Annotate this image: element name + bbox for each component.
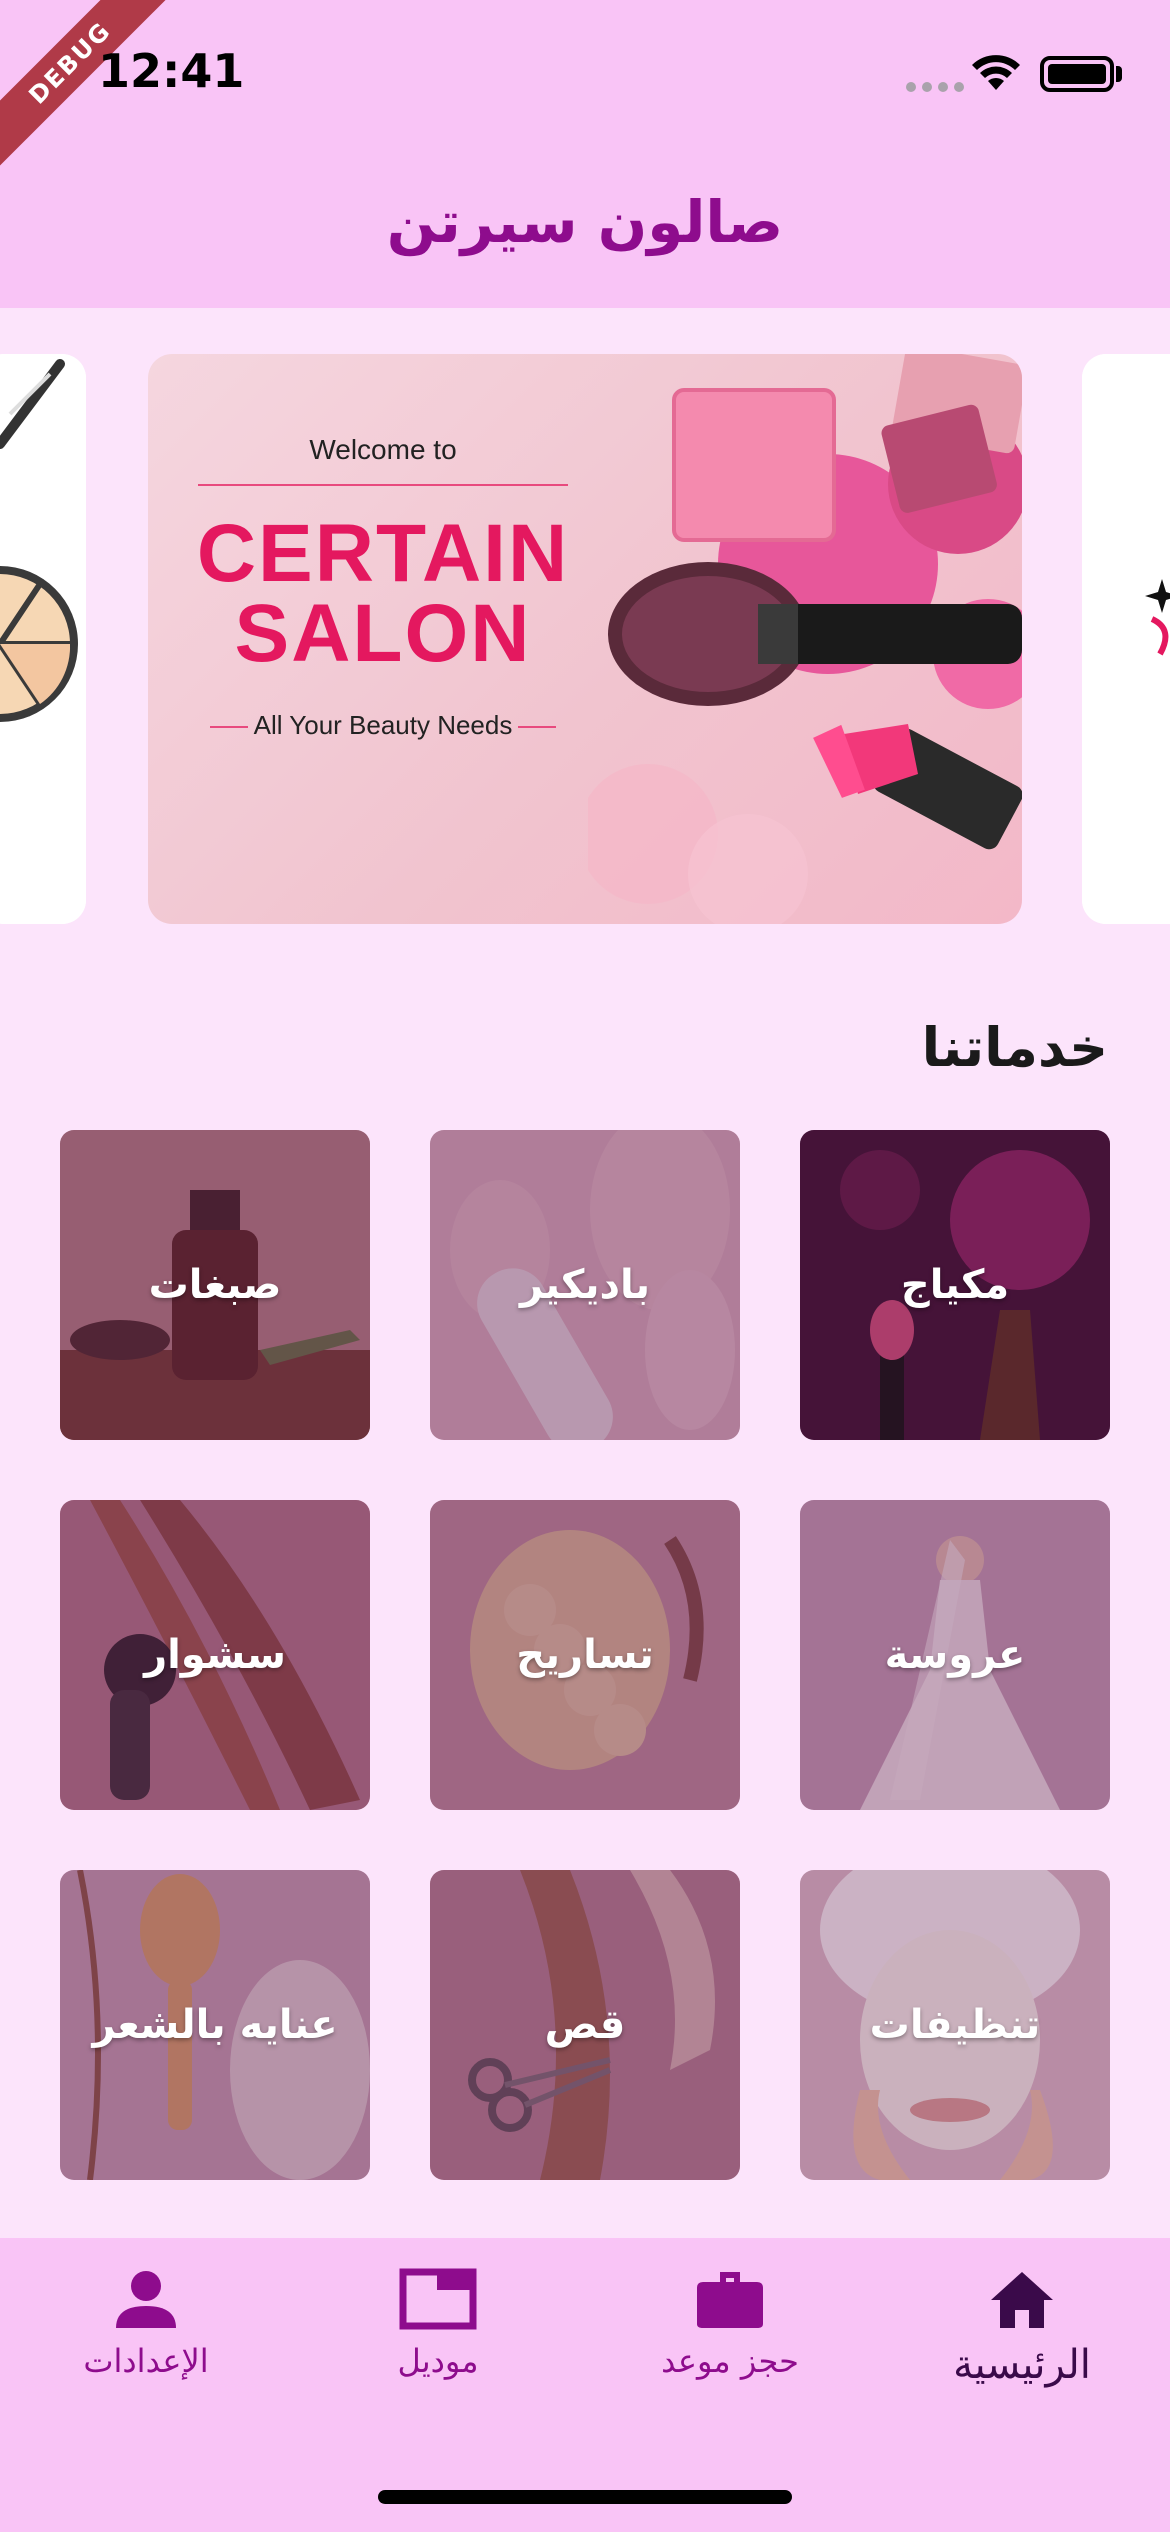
brand-divider [198,484,568,486]
next-slide-image [1082,354,1170,924]
nav-home-label: الرئيسية [953,2342,1091,2388]
service-blowdry[interactable]: سشوار [60,1500,370,1810]
carousel-slide-previous[interactable] [0,354,86,924]
brand-name-line2: SALON [234,588,532,679]
service-label-blowdry: سشوار [144,1632,286,1678]
status-time: 12:41 [98,44,245,98]
palette-image [0,354,86,924]
nav-settings-label: الإعدادات [83,2342,209,2380]
page-title: صالون سيرتن [386,188,784,256]
service-hair-care[interactable]: عنايه بالشعر [60,1870,370,2180]
service-pedicure[interactable]: باديكير [430,1130,740,1440]
service-label-hair-care: عنايه بالشعر [92,2002,338,2048]
person-icon [116,2271,176,2328]
service-label-bridal: عروسة [884,1632,1026,1678]
service-label-hairstyles: تساريح [516,1632,654,1678]
service-label-facials: تنظيفات [869,2002,1041,2048]
welcome-text: Welcome to [309,434,457,465]
wifi-icon [972,55,1020,90]
makeup-image [588,354,1022,924]
nav-model[interactable]: موديل [318,2268,558,2380]
service-hairstyles[interactable]: تساريح [430,1500,740,1810]
service-label-haircut: قص [544,2002,626,2048]
service-hair-dye[interactable]: صبغات [60,1130,370,1440]
service-label-makeup: مكياج [900,1262,1010,1308]
home-icon [991,2272,1053,2328]
brand-name: CERTAIN SALON [148,508,618,679]
battery-icon [1040,56,1114,92]
brand-name-line1: CERTAIN [196,508,570,599]
signal-icon [906,82,964,92]
nav-model-label: موديل [397,2342,479,2380]
service-haircut[interactable]: قص [430,1870,740,2180]
tagline: All Your Beauty Needs [148,710,618,741]
carousel-slide-current[interactable]: Welcome to CERTAIN SALON All Your Beauty… [148,354,1022,924]
services-title: خدماتنا [921,1016,1108,1079]
battery-nub [1116,66,1122,82]
nav-booking-label: حجز موعد [661,2342,799,2380]
service-makeup[interactable]: مكياج [800,1130,1110,1440]
bottom-nav: الرئيسية حجز موعد موديل الإعدادات [0,2238,1170,2532]
nav-settings[interactable]: الإعدادات [26,2268,266,2380]
service-facials[interactable]: تنظيفات [800,1870,1110,2180]
service-bridal[interactable]: عروسة [800,1500,1110,1810]
home-indicator [378,2490,792,2504]
carousel-slide-next[interactable] [1082,354,1170,924]
briefcase-icon [697,2272,763,2328]
service-label-pedicure: باديكير [519,1262,651,1308]
app-header: DEBUG 12:41 صالون سيرتن [0,0,1170,308]
banner-carousel[interactable]: Welcome to CERTAIN SALON All Your Beauty… [0,354,1170,924]
nav-home[interactable]: الرئيسية [902,2268,1142,2388]
service-label-hair-dye: صبغات [148,1262,282,1308]
nav-booking[interactable]: حجز موعد [610,2268,850,2380]
window-icon [399,2268,477,2330]
